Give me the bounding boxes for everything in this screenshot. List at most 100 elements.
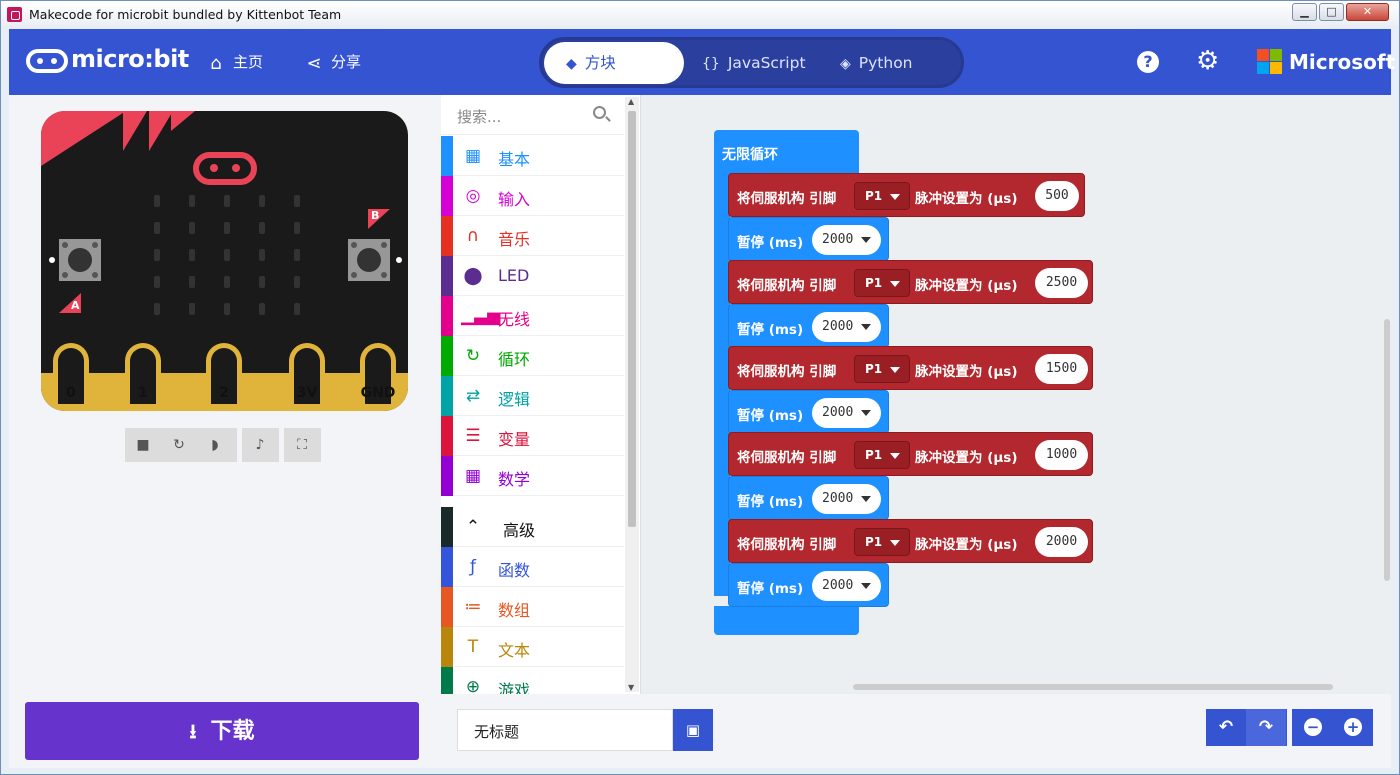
- workspace-h-scrollbar[interactable]: [853, 684, 1333, 690]
- category-8[interactable]: ▦ 数学: [441, 456, 624, 496]
- workspace-v-scrollbar[interactable]: [1384, 319, 1390, 581]
- category-1[interactable]: ◎ 输入: [441, 176, 624, 216]
- category-adv-2[interactable]: T 文本: [441, 627, 624, 667]
- download-icon: ⭳: [189, 719, 197, 743]
- brand-name[interactable]: micro:bit: [71, 45, 189, 73]
- pulse-value-input[interactable]: 1000: [1035, 440, 1088, 470]
- home-label: 主页: [233, 53, 264, 71]
- scroll-down-icon[interactable]: ▼: [628, 683, 634, 692]
- gear-icon[interactable]: ⚙: [1196, 46, 1219, 76]
- category-4[interactable]: ▁▃▅ 无线: [441, 296, 624, 336]
- home-icon: ⌂: [210, 53, 222, 74]
- touch-logo[interactable]: [193, 152, 257, 185]
- project-name-input[interactable]: 无标题: [457, 709, 673, 751]
- pulse-value-input[interactable]: 2000: [1035, 527, 1088, 557]
- pause-block[interactable]: 暂停 (ms) 2000: [728, 390, 889, 434]
- category-6[interactable]: ⇄ 逻辑: [441, 376, 624, 416]
- fullscreen-icon[interactable]: ⛶: [284, 428, 320, 462]
- tab-javascript[interactable]: {} JavaScript: [702, 42, 806, 84]
- search-input[interactable]: 搜索...: [457, 106, 501, 127]
- pulse-value-input[interactable]: 500: [1035, 181, 1079, 211]
- button-b-label: B: [371, 209, 380, 222]
- pin-dropdown[interactable]: P1: [854, 441, 910, 469]
- servo-pulse-block[interactable]: 将伺服机构 引脚 P1 脉冲设置为 (μs) 1500: [728, 346, 1093, 390]
- servo-block-prefix: 将伺服机构 引脚: [737, 537, 837, 553]
- pause-value-dropdown[interactable]: 2000: [812, 484, 881, 514]
- category-advanced[interactable]: ⌃ 高级: [441, 507, 624, 547]
- led-cell: [189, 195, 195, 207]
- stop-icon[interactable]: ■: [125, 428, 161, 462]
- category-7[interactable]: ☰ 变量: [441, 416, 624, 456]
- category-adv-0[interactable]: ƒ 函数: [441, 547, 624, 587]
- microbit-logo-icon[interactable]: [26, 49, 68, 73]
- minimize-button[interactable]: ▁: [1292, 3, 1317, 21]
- toggle-icon: ⬤: [463, 266, 483, 286]
- pause-value-dropdown[interactable]: 2000: [812, 225, 881, 255]
- slow-mo-icon[interactable]: ◗: [197, 428, 233, 462]
- led-cell: [154, 222, 160, 234]
- redo-button[interactable]: ↷: [1246, 709, 1286, 746]
- app-window: Makecode for microbit bundled by Kittenb…: [0, 0, 1400, 775]
- pin-dropdown[interactable]: P1: [854, 355, 910, 383]
- share-label: 分享: [331, 53, 362, 71]
- tab-python[interactable]: ◈ Python: [840, 42, 913, 84]
- app-icon: [7, 7, 22, 22]
- category-2[interactable]: ∩ 音乐: [441, 216, 624, 256]
- undo-button[interactable]: ↶: [1206, 709, 1246, 746]
- servo-pulse-block[interactable]: 将伺服机构 引脚 P1 脉冲设置为 (μs) 2500: [728, 260, 1093, 304]
- pin-dropdown[interactable]: P1: [854, 269, 910, 297]
- microsoft-label: Microsoft: [1289, 50, 1396, 74]
- download-button[interactable]: ⭳ 下载: [25, 702, 419, 760]
- maximize-button[interactable]: □: [1319, 3, 1344, 21]
- servo-pulse-block[interactable]: 将伺服机构 引脚 P1 脉冲设置为 (μs) 2000: [728, 519, 1093, 563]
- pause-block[interactable]: 暂停 (ms) 2000: [728, 304, 889, 348]
- category-3[interactable]: ⬤ LED: [441, 256, 624, 296]
- servo-block-suffix: 脉冲设置为 (μs): [915, 450, 1018, 466]
- button-a[interactable]: [59, 239, 101, 281]
- window-title: Makecode for microbit bundled by Kittenb…: [29, 7, 342, 22]
- button-a-label: A: [71, 299, 80, 312]
- share-button[interactable]: ⋖ 分享: [303, 51, 361, 75]
- save-button[interactable]: ▣: [673, 709, 713, 751]
- pause-value-dropdown[interactable]: 2000: [812, 571, 881, 601]
- restart-icon[interactable]: ↻: [161, 428, 197, 462]
- servo-pulse-block[interactable]: 将伺服机构 引脚 P1 脉冲设置为 (μs) 500: [728, 173, 1085, 217]
- close-button[interactable]: ✕: [1346, 3, 1389, 21]
- mute-icon[interactable]: ♪: [242, 428, 278, 462]
- pin-dropdown[interactable]: P1: [854, 182, 910, 210]
- lines-icon: ☰: [465, 426, 481, 446]
- pause-value-dropdown[interactable]: 2000: [812, 398, 881, 428]
- servo-block-suffix: 脉冲设置为 (μs): [915, 278, 1018, 294]
- pin-dropdown[interactable]: P1: [854, 528, 910, 556]
- pause-block[interactable]: 暂停 (ms) 2000: [728, 217, 889, 261]
- led-cell: [294, 222, 300, 234]
- title-bar: Makecode for microbit bundled by Kittenb…: [1, 1, 1399, 28]
- home-button[interactable]: ⌂ 主页: [205, 51, 263, 75]
- pause-block[interactable]: 暂停 (ms) 2000: [728, 563, 889, 607]
- tab-blocks[interactable]: ◆ 方块: [544, 42, 684, 84]
- pause-block[interactable]: 暂停 (ms) 2000: [728, 476, 889, 520]
- button-b[interactable]: [348, 239, 390, 281]
- zoom-out-button[interactable]: −: [1304, 718, 1322, 736]
- zoom-in-button[interactable]: +: [1344, 718, 1362, 736]
- led-cell: [259, 195, 265, 207]
- category-0[interactable]: ▦ 基本: [441, 136, 624, 176]
- help-icon[interactable]: ?: [1137, 51, 1159, 73]
- led-cell: [224, 249, 230, 261]
- signal-bars-icon: ▁▃▅: [461, 306, 501, 326]
- scroll-up-icon[interactable]: ▲: [628, 97, 634, 106]
- toolbox-scrollbar[interactable]: ▲ ▼: [625, 97, 639, 692]
- pulse-value-input[interactable]: 2500: [1035, 268, 1088, 298]
- category-label: 无线: [498, 310, 531, 329]
- search-icon[interactable]: [593, 106, 606, 119]
- category-5[interactable]: ↻ 循环: [441, 336, 624, 376]
- category-adv-1[interactable]: ≔ 数组: [441, 587, 624, 627]
- servo-pulse-block[interactable]: 将伺服机构 引脚 P1 脉冲设置为 (μs) 1000: [728, 432, 1093, 476]
- pause-value-dropdown[interactable]: 2000: [812, 312, 881, 342]
- servo-block-prefix: 将伺服机构 引脚: [737, 278, 837, 294]
- pulse-value-input[interactable]: 1500: [1035, 354, 1088, 384]
- toolbox: 搜索... ▦ 基本 ◎ 输入 ∩ 音乐 ⬤ LED ▁▃▅ 无线 ↻ 循环 ⇄ 逻辑 ☰ 变量 ▦ 数学 ⌃ 高级 ƒ…: [441, 95, 641, 707]
- sim-controls: ■ ↻ ◗: [125, 428, 237, 462]
- toolbox-search[interactable]: 搜索...: [441, 95, 624, 135]
- share-icon: ⋖: [306, 53, 322, 74]
